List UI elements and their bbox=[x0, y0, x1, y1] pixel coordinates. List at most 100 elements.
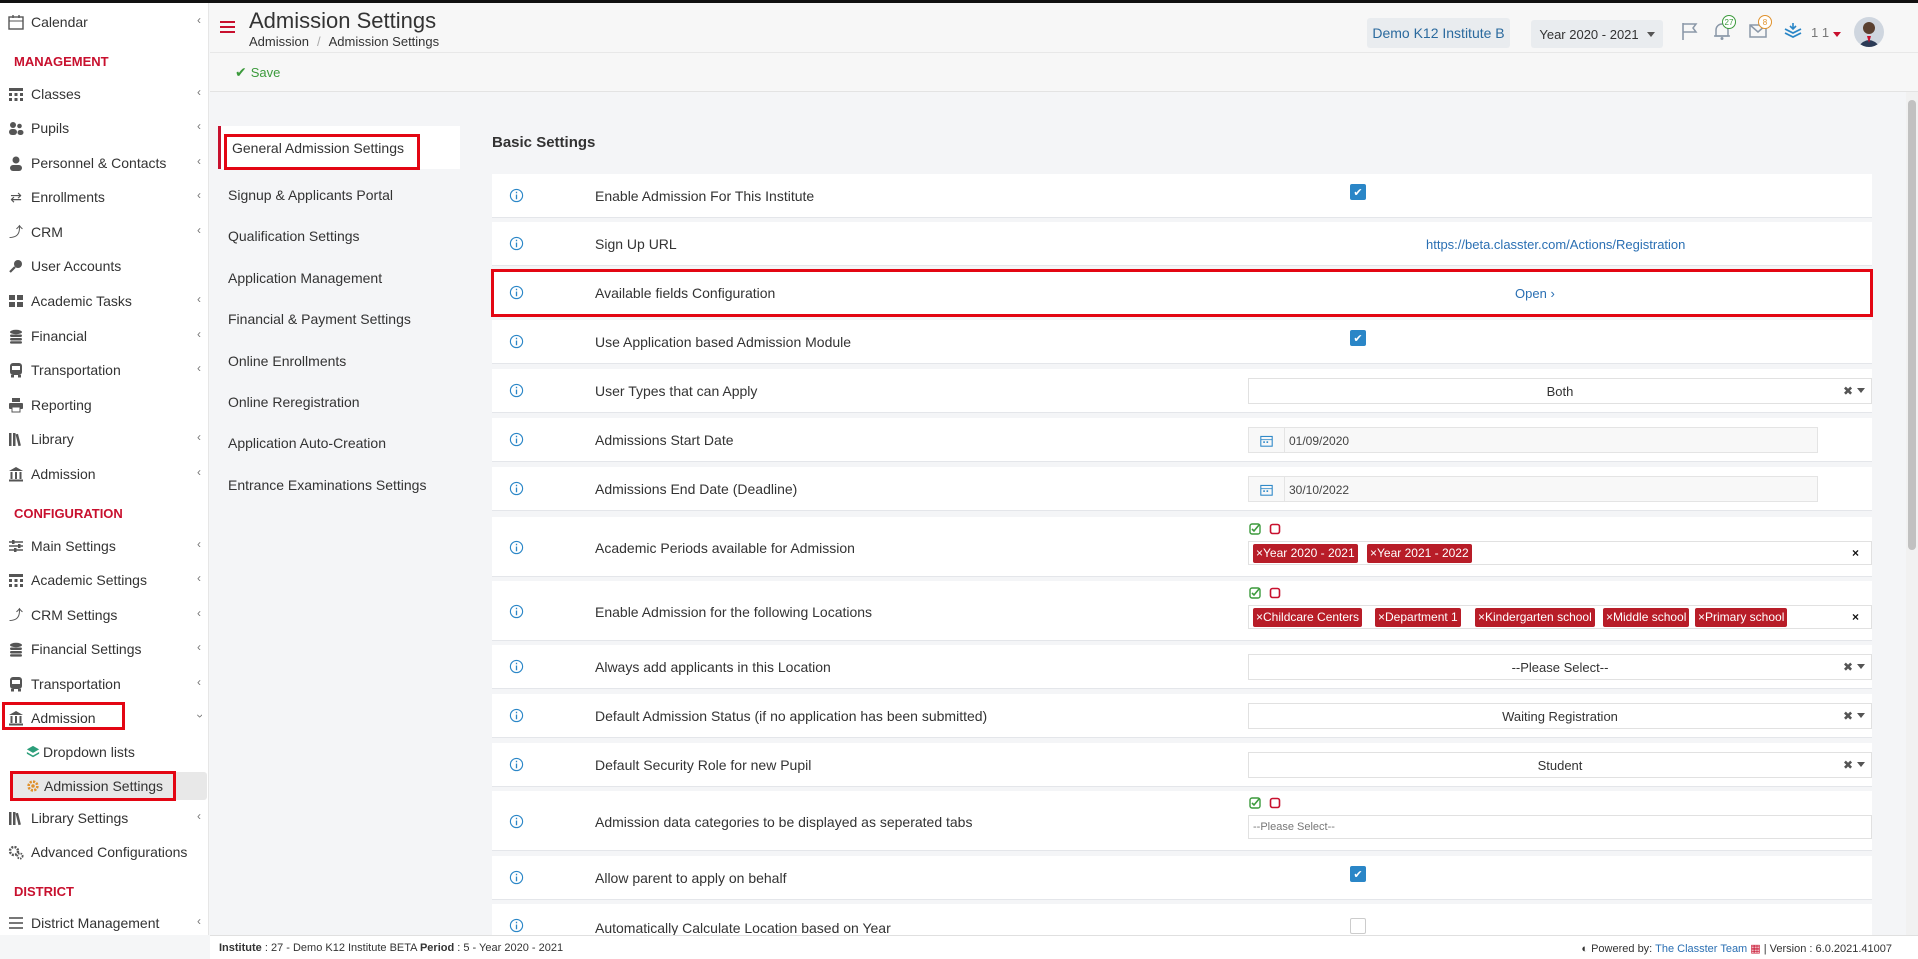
tag-chip[interactable]: ×Primary school bbox=[1695, 608, 1788, 627]
info-icon[interactable] bbox=[509, 432, 524, 447]
sidebar-item-academic-settings[interactable]: Academic Settings ‹ bbox=[0, 565, 208, 595]
classter-team-link[interactable]: The Classter Team bbox=[1655, 943, 1747, 955]
deselect-all-icon[interactable] bbox=[1269, 523, 1281, 535]
clear-icon[interactable]: ✖ bbox=[1843, 709, 1853, 723]
sidebar-item-label: Pupils bbox=[31, 120, 70, 136]
subnav-item-signup[interactable]: Signup & Applicants Portal bbox=[228, 185, 393, 205]
subnav-item-financial-payment[interactable]: Financial & Payment Settings bbox=[228, 309, 411, 329]
sidebar-item-pupils[interactable]: Pupils ‹ bbox=[0, 113, 208, 143]
flag-icon[interactable] bbox=[1680, 21, 1702, 43]
calendar-icon[interactable] bbox=[1249, 477, 1285, 501]
admission-status-select[interactable]: Waiting Registration ✖ bbox=[1248, 703, 1872, 729]
select-all-icon[interactable] bbox=[1249, 587, 1261, 599]
sidebar-item-academic-tasks[interactable]: Academic Tasks ‹ bbox=[0, 286, 208, 316]
tag-chip[interactable]: ×Year 2020 - 2021 bbox=[1253, 544, 1358, 563]
deselect-all-icon[interactable] bbox=[1269, 797, 1281, 809]
gift-icon[interactable]: ▦ bbox=[1750, 943, 1760, 955]
year-select[interactable]: Year 2020 - 2021 bbox=[1531, 20, 1663, 48]
sidebar-item-transportation[interactable]: Transportation ‹ bbox=[0, 355, 208, 385]
end-date-input[interactable]: 30/10/2022 bbox=[1248, 476, 1818, 502]
breadcrumb-item[interactable]: Admission bbox=[249, 34, 309, 49]
sidebar-item-transportation-settings[interactable]: Transportation ‹ bbox=[0, 669, 208, 699]
sidebar-item-crm[interactable]: ⤴ CRM ‹ bbox=[0, 217, 208, 247]
info-icon[interactable] bbox=[509, 659, 524, 674]
scrollbar-thumb[interactable] bbox=[1908, 100, 1916, 550]
subnav-item-auto-creation[interactable]: Application Auto-Creation bbox=[228, 433, 386, 453]
sidebar-item-district-management[interactable]: District Management ‹ bbox=[0, 908, 208, 935]
subnav-item-online-reregistration[interactable]: Online Reregistration bbox=[228, 392, 360, 412]
tag-chip[interactable]: ×Middle school bbox=[1603, 608, 1690, 627]
parent-apply-checkbox[interactable]: ✔ bbox=[1350, 866, 1366, 882]
sidebar-item-calendar[interactable]: Calendar ‹ bbox=[0, 7, 208, 37]
sidebar-item-user-accounts[interactable]: User Accounts bbox=[0, 251, 208, 281]
save-button[interactable]: ✔ Save bbox=[235, 64, 280, 81]
sidebar-item-library-settings[interactable]: Library Settings ‹ bbox=[0, 803, 208, 833]
info-icon[interactable] bbox=[509, 285, 524, 300]
sidebar-item-admission-settings-group[interactable]: Admission ‹ bbox=[0, 703, 208, 733]
subnav-item-entrance-exams[interactable]: Entrance Examinations Settings bbox=[228, 475, 426, 495]
application-module-checkbox[interactable]: ✔ bbox=[1350, 330, 1366, 346]
user-types-select[interactable]: Both ✖ bbox=[1248, 378, 1872, 404]
hamburger-icon[interactable] bbox=[220, 21, 235, 35]
clear-icon[interactable]: ✖ bbox=[1843, 384, 1853, 398]
auto-location-checkbox[interactable] bbox=[1350, 918, 1366, 934]
sidebar-item-library[interactable]: Library ‹ bbox=[0, 424, 208, 454]
subnav-item-application-management[interactable]: Application Management bbox=[228, 268, 382, 288]
layers-stack-icon[interactable] bbox=[1783, 21, 1805, 43]
sidebar-item-advanced-configurations[interactable]: Advanced Configurations bbox=[0, 837, 208, 867]
tag-chip[interactable]: ×Kindergarten school bbox=[1475, 608, 1595, 627]
sidebar-item-personnel[interactable]: Personnel & Contacts ‹ bbox=[0, 148, 208, 178]
sidebar-item-financial-settings[interactable]: Financial Settings ‹ bbox=[0, 634, 208, 664]
mail-icon[interactable]: 8 bbox=[1748, 15, 1772, 43]
clear-icon[interactable]: ✖ bbox=[1843, 660, 1853, 674]
academic-periods-multiselect[interactable]: ×Year 2020 - 2021 ×Year 2021 - 2022 × bbox=[1248, 541, 1872, 565]
select-all-icon[interactable] bbox=[1249, 523, 1261, 535]
signup-url-link[interactable]: https://beta.classter.com/Actions/Regist… bbox=[1426, 237, 1685, 252]
security-role-select[interactable]: Student ✖ bbox=[1248, 752, 1872, 778]
sidebar-item-main-settings[interactable]: Main Settings ‹ bbox=[0, 531, 208, 561]
sidebar-item-crm-settings[interactable]: ⤴ CRM Settings ‹ bbox=[0, 600, 208, 630]
clear-icon[interactable]: ✖ bbox=[1843, 758, 1853, 772]
tag-chip[interactable]: ×Childcare Centers bbox=[1253, 608, 1363, 627]
tag-chip[interactable]: ×Year 2021 - 2022 bbox=[1367, 544, 1472, 563]
info-icon[interactable] bbox=[509, 708, 524, 723]
scrollbar-track[interactable] bbox=[1906, 92, 1918, 935]
info-icon[interactable] bbox=[509, 236, 524, 251]
info-icon[interactable] bbox=[509, 540, 524, 555]
avatar[interactable] bbox=[1854, 17, 1884, 47]
enable-admission-checkbox[interactable]: ✔ bbox=[1350, 184, 1366, 200]
sidebar-item-classes[interactable]: Classes ‹ bbox=[0, 79, 208, 109]
info-icon[interactable] bbox=[509, 481, 524, 496]
sidebar-item-enrollments[interactable]: ⇄ Enrollments ‹ bbox=[0, 182, 208, 212]
sidebar-item-admission-settings[interactable]: Admission Settings bbox=[10, 772, 207, 800]
info-icon[interactable] bbox=[509, 870, 524, 885]
info-icon[interactable] bbox=[509, 188, 524, 203]
info-icon[interactable] bbox=[509, 604, 524, 619]
start-date-input[interactable]: 01/09/2020 bbox=[1248, 427, 1818, 453]
info-icon[interactable] bbox=[509, 757, 524, 772]
institute-button[interactable]: Demo K12 Institute B bbox=[1367, 18, 1510, 48]
clear-all-icon[interactable]: × bbox=[1852, 546, 1859, 560]
sidebar-item-dropdown-lists[interactable]: Dropdown lists bbox=[26, 738, 135, 766]
open-fields-config-link[interactable]: Open › bbox=[1515, 286, 1555, 301]
deselect-all-icon[interactable] bbox=[1269, 587, 1281, 599]
select-all-icon[interactable] bbox=[1249, 797, 1261, 809]
sidebar-item-financial[interactable]: Financial ‹ bbox=[0, 321, 208, 351]
sidebar-item-admission[interactable]: Admission ‹ bbox=[0, 459, 208, 489]
data-categories-multiselect[interactable]: --Please Select-- bbox=[1248, 815, 1872, 839]
info-icon[interactable] bbox=[509, 383, 524, 398]
tag-chip[interactable]: ×Department 1 bbox=[1375, 608, 1461, 627]
info-icon[interactable] bbox=[509, 334, 524, 349]
sidebar-item-reporting[interactable]: Reporting bbox=[0, 390, 208, 420]
calendar-icon[interactable] bbox=[1249, 428, 1285, 452]
locations-multiselect[interactable]: ×Childcare Centers ×Department 1 ×Kinder… bbox=[1248, 605, 1872, 629]
bell-icon[interactable]: 27 bbox=[1712, 15, 1736, 43]
info-icon[interactable] bbox=[509, 814, 524, 829]
info-icon[interactable] bbox=[509, 918, 524, 933]
subnav-item-general[interactable]: General Admission Settings bbox=[232, 138, 404, 158]
applicant-location-select[interactable]: --Please Select-- ✖ bbox=[1248, 654, 1872, 680]
clear-all-icon[interactable]: × bbox=[1852, 610, 1859, 624]
subnav-item-qualification[interactable]: Qualification Settings bbox=[228, 226, 360, 246]
subnav-item-online-enrollments[interactable]: Online Enrollments bbox=[228, 351, 346, 371]
user-number[interactable]: 1 1 bbox=[1811, 25, 1842, 40]
